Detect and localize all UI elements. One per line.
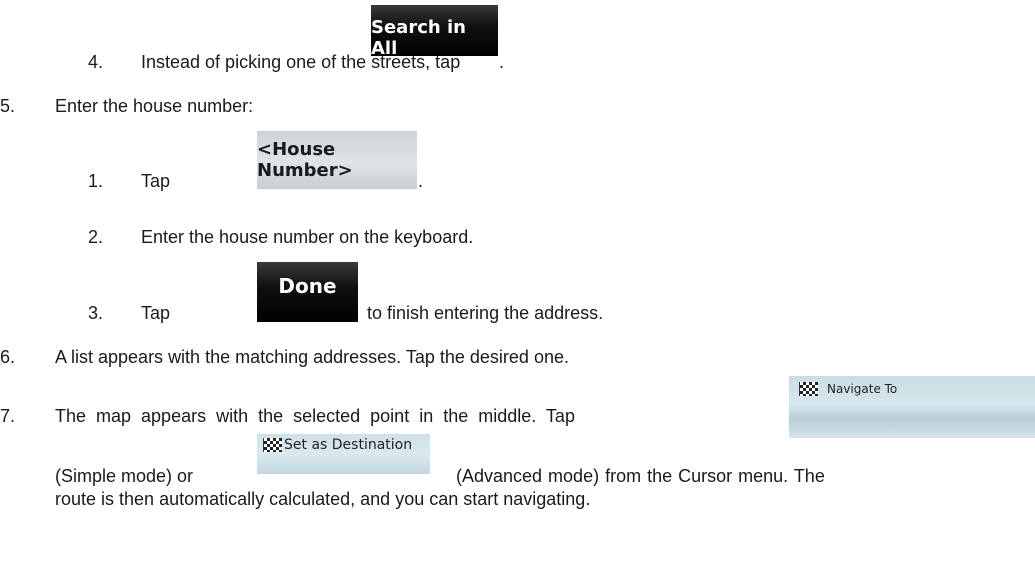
step-number: 5. (0, 96, 16, 116)
substep-text: Tap (141, 171, 171, 191)
step-text: Enter the house number: (55, 96, 254, 116)
navigate-to-button[interactable]: Navigate To (789, 376, 1035, 438)
house-number-button[interactable]: <House Number> (257, 131, 417, 189)
search-in-all-label: Search in All (371, 17, 466, 59)
step-text-line2-post: (Advanced mode) from the Cursor menu. Th… (456, 466, 825, 486)
step-text-line3: route is then automatically calculated, … (55, 489, 591, 509)
substep-text: Tap (141, 303, 171, 323)
substep-number: 2. (88, 227, 104, 247)
step-text: A list appears with the matching address… (55, 347, 569, 367)
punctuation: . (418, 171, 424, 191)
navigate-to-label: Navigate To (827, 382, 898, 396)
substep-number: 1. (88, 171, 104, 191)
punctuation: . (499, 52, 505, 72)
step-number: 6. (0, 347, 16, 367)
checkered-flag-icon (799, 382, 818, 396)
set-as-destination-button[interactable]: Set as Destination (257, 434, 430, 474)
substep-text: Enter the house number on the keyboard. (141, 227, 474, 247)
step-text-line2-pre: (Simple mode) or (55, 466, 194, 486)
step-number: 7. (0, 406, 16, 426)
house-number-label: <House Number> (257, 139, 353, 181)
done-label: Done (278, 274, 337, 298)
substep-number: 3. (88, 303, 104, 323)
search-in-all-button[interactable]: Search in All (371, 5, 498, 59)
done-button[interactable]: Done (257, 262, 358, 322)
substep-text-after: to finish entering the address. (367, 303, 604, 323)
set-as-destination-label: Set as Destination (284, 437, 413, 453)
checkered-flag-icon (263, 438, 282, 452)
step-number: 4. (88, 52, 104, 72)
step-text: The map appears with the selected point … (55, 406, 575, 426)
